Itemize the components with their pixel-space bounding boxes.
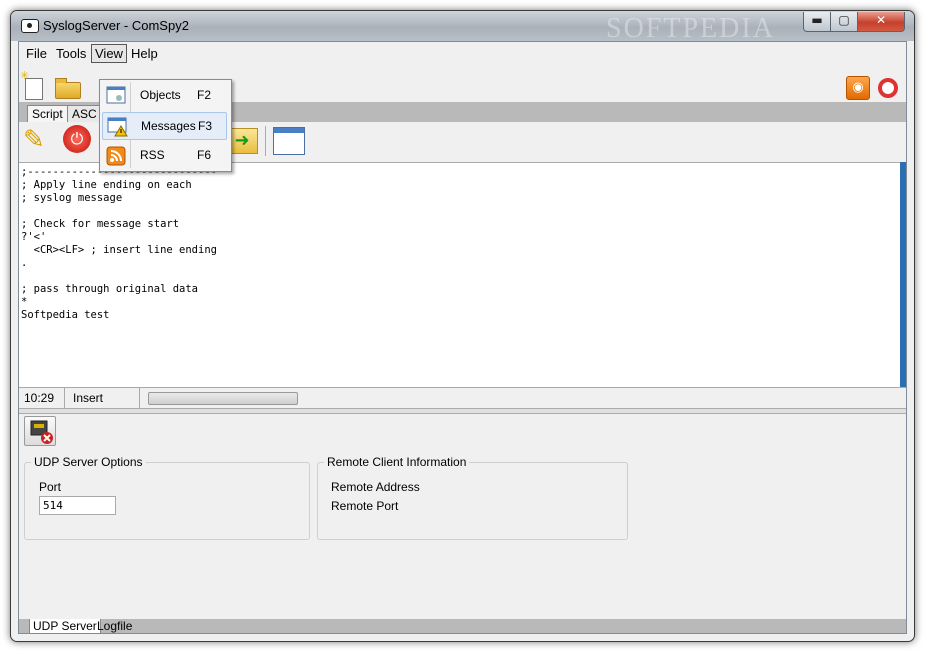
menu-item-shortcut: F3 xyxy=(198,119,213,133)
menu-tools[interactable]: Tools xyxy=(53,45,89,62)
edit-mode: Insert xyxy=(73,391,104,405)
rss-icon xyxy=(106,146,126,166)
network-disconnect-icon xyxy=(30,420,53,444)
menu-item-messages[interactable]: Messages F3 xyxy=(102,112,227,140)
close-icon: ✕ xyxy=(875,13,887,27)
editor-line: <CR><LF> ; insert line ending xyxy=(21,244,217,256)
status-divider xyxy=(139,388,140,408)
maximize-button[interactable]: ▢ xyxy=(830,12,858,32)
menu-view[interactable]: View xyxy=(91,44,127,63)
menu-item-shortcut: F6 xyxy=(197,148,212,162)
tab-script[interactable]: Script xyxy=(27,105,68,122)
remote-client-group: Remote Client Information Remote Address… xyxy=(317,455,628,540)
messages-warning-icon xyxy=(107,117,128,137)
editor-line: ; Apply line ending on each xyxy=(21,179,192,191)
progress-bar xyxy=(148,392,298,405)
editor-line: . xyxy=(21,257,28,269)
help-lifebuoy-icon[interactable] xyxy=(878,78,898,98)
udp-options-title: UDP Server Options xyxy=(31,455,146,469)
new-document-icon[interactable] xyxy=(20,69,43,100)
menu-item-rss[interactable]: RSS F6 xyxy=(102,142,227,170)
menu-bar: File Tools View Help xyxy=(19,42,906,64)
editor-line: ; pass through original data xyxy=(21,283,199,295)
menu-file[interactable]: File xyxy=(23,45,50,62)
view-menu-dropdown: Objects F2 Messages F3 RSS F6 xyxy=(99,79,232,172)
udp-options-group: UDP Server Options Port xyxy=(24,455,310,540)
minimize-button[interactable]: ▬ xyxy=(803,12,831,32)
app-eye-icon[interactable] xyxy=(21,19,39,33)
menu-item-objects[interactable]: Objects F2 xyxy=(102,82,227,110)
remote-client-title: Remote Client Information xyxy=(324,455,470,469)
title-bar[interactable]: SyslogServer - ComSpy2 SOFTPEDIA ▬ ▢ ✕ xyxy=(11,11,914,44)
editor-line: Softpedia test xyxy=(21,309,110,321)
status-divider xyxy=(64,388,65,408)
remote-address-label: Remote Address xyxy=(331,480,420,494)
menu-item-shortcut: F2 xyxy=(197,88,212,102)
bottom-tab-strip: UDP Server Logfile xyxy=(19,619,906,634)
tab-logfile[interactable]: Logfile xyxy=(94,619,135,633)
editor-scrollbar[interactable] xyxy=(900,162,906,387)
toolbar-separator xyxy=(265,126,266,156)
rss-feed-icon[interactable]: ◉ xyxy=(846,76,870,100)
script-scroll-icon[interactable]: ✎ xyxy=(23,126,51,154)
menu-item-label: Messages xyxy=(141,119,196,133)
pane-splitter[interactable] xyxy=(19,409,906,414)
port-input[interactable] xyxy=(39,496,116,515)
maximize-icon: ▢ xyxy=(838,13,850,27)
client-area: File Tools View Help ◉ Script ASC ✎ ⏻ ➜ … xyxy=(18,41,907,634)
app-window: SyslogServer - ComSpy2 SOFTPEDIA ▬ ▢ ✕ F… xyxy=(10,10,915,642)
window-title: SyslogServer - ComSpy2 xyxy=(43,18,189,33)
tab-ascii[interactable]: ASC xyxy=(67,105,102,122)
minimize-icon: ▬ xyxy=(811,13,823,27)
editor-line: ?'<' xyxy=(21,231,47,243)
status-bar: 10:29 Insert xyxy=(19,387,906,409)
menu-item-label: Objects xyxy=(140,88,181,102)
script-editor[interactable]: ;------------------------------; Apply l… xyxy=(19,162,905,387)
editor-line: ; Check for message start xyxy=(21,218,180,230)
menu-help[interactable]: Help xyxy=(128,45,161,62)
objects-icon xyxy=(106,86,126,104)
open-folder-icon[interactable] xyxy=(55,78,81,99)
port-label: Port xyxy=(39,480,62,494)
close-button[interactable]: ✕ xyxy=(857,12,905,32)
cursor-position: 10:29 xyxy=(24,391,55,405)
editor-line: * xyxy=(21,296,28,308)
menu-item-label: RSS xyxy=(140,148,165,162)
window-view-icon[interactable] xyxy=(273,127,305,155)
editor-line: ; syslog message xyxy=(21,192,123,204)
power-stop-icon[interactable]: ⏻ xyxy=(63,125,91,153)
remote-port-label: Remote Port xyxy=(331,499,399,513)
tab-udp-server[interactable]: UDP Server xyxy=(29,619,101,634)
server-toggle-button[interactable] xyxy=(24,416,56,446)
